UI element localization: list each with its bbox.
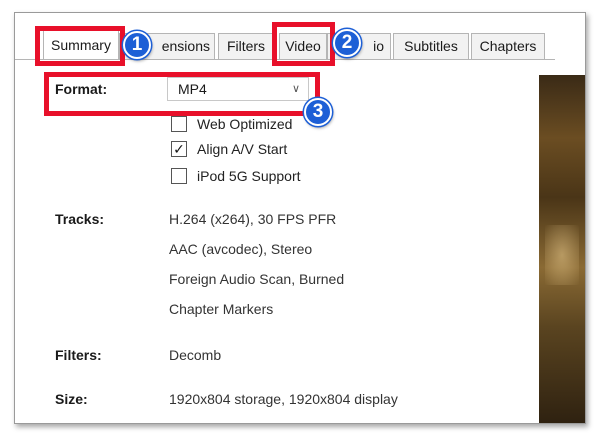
tab-summary[interactable]: Summary [43,30,119,60]
align-av-start-checkbox[interactable]: ✓ [171,141,187,157]
track-item: Foreign Audio Scan, Burned [169,271,345,287]
format-select-value: MP4 [178,81,207,97]
filters-value: Decomb [169,347,222,363]
align-av-start-label: Align A/V Start [197,141,288,157]
preview-highlight [545,225,579,285]
format-select[interactable]: MP4 ∨ [167,77,309,101]
track-item: Chapter Markers [169,301,274,317]
track-item: H.264 (x264), 30 FPS PFR [169,211,337,227]
chevron-down-icon: ∨ [291,83,300,95]
track-item: AAC (avcodec), Stereo [169,241,313,257]
filters-label: Filters: [55,347,102,363]
step-badge-3: 3 [304,98,332,126]
step-badge-1: 1 [123,31,151,59]
size-label: Size: [55,391,88,407]
tab-strip: Summary ensions Filters Video io Subtitl… [15,13,585,61]
format-label: Format: [55,81,108,97]
web-optimized-checkbox[interactable] [171,116,187,132]
checkmark-icon: ✓ [173,141,185,157]
tab-chapters[interactable]: Chapters [471,33,545,59]
step-badge-2: 2 [333,29,361,57]
ipod-5g-label: iPod 5G Support [197,168,301,184]
preview-image [539,75,585,423]
tab-filters[interactable]: Filters [218,33,274,59]
tab-video[interactable]: Video [279,33,327,59]
tracks-label: Tracks: [55,211,105,227]
tab-subtitles[interactable]: Subtitles [393,33,469,59]
ipod-5g-checkbox[interactable] [171,168,187,184]
size-value: 1920x804 storage, 1920x804 display [169,391,398,407]
web-optimized-label: Web Optimized [197,116,293,132]
summary-window: Summary ensions Filters Video io Subtitl… [14,12,586,424]
tab-divider [15,59,555,60]
